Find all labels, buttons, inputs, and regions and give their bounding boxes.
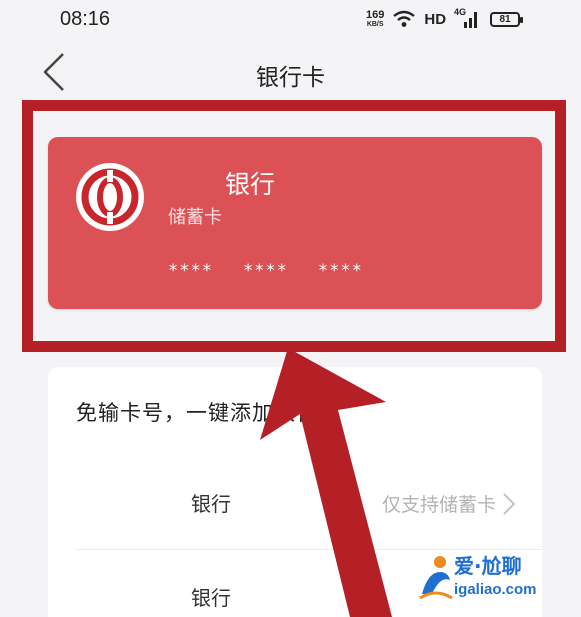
watermark-title: 爱·尬聊 <box>454 554 522 578</box>
network-speed: 169 KB/S <box>366 9 385 29</box>
bank-option-support: 仅支持储蓄卡 <box>381 494 496 516</box>
bank-option-row[interactable]: 银行 仅支持储蓄卡 <box>76 460 542 550</box>
bank-option-label: 银行 <box>191 492 231 516</box>
bank-option-label: 银行 <box>191 586 231 610</box>
status-time: 08:16 <box>60 8 111 30</box>
highlight-frame <box>22 100 566 352</box>
add-card-title: 免输卡号，一键添加银行卡 <box>76 401 340 425</box>
network-speed-unit: KB/S <box>366 21 384 28</box>
status-indicators: 169 KB/S HD 4G 81 <box>366 6 524 32</box>
wifi-icon <box>393 10 416 27</box>
nav-bar: 银行卡 <box>0 40 581 102</box>
network-type: HD <box>424 10 447 28</box>
status-bar: 08:16 169 KB/S HD 4G 81 <box>0 0 581 40</box>
battery-level: 81 <box>499 13 511 25</box>
watermark-logo-icon <box>419 556 453 600</box>
page-title: 银行卡 <box>256 65 325 91</box>
network-speed-value: 169 <box>366 9 385 21</box>
watermark: 爱·尬聊 igaliao.com <box>408 550 576 608</box>
chevron-right-icon <box>503 493 516 515</box>
battery-icon: 81 <box>490 11 524 27</box>
watermark-url: igaliao.com <box>454 581 537 598</box>
signal-icon: 4G <box>454 7 482 30</box>
